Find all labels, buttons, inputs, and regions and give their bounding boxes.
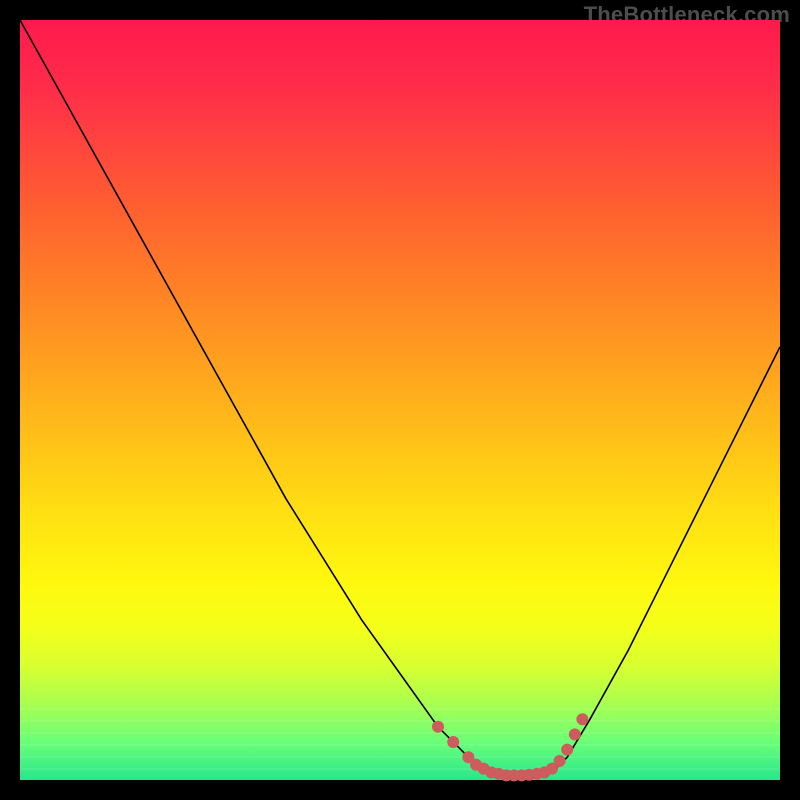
marker-dot [554, 755, 566, 767]
chart-frame: TheBottleneck.com [0, 0, 800, 800]
marker-dot [561, 744, 573, 756]
bottleneck-curve [20, 20, 780, 776]
marker-dot [447, 736, 459, 748]
marker-dot [576, 713, 588, 725]
plot-area [20, 20, 780, 780]
curve-svg [20, 20, 780, 780]
marker-group [432, 713, 588, 781]
marker-dot [569, 728, 581, 740]
marker-dot [432, 721, 444, 733]
